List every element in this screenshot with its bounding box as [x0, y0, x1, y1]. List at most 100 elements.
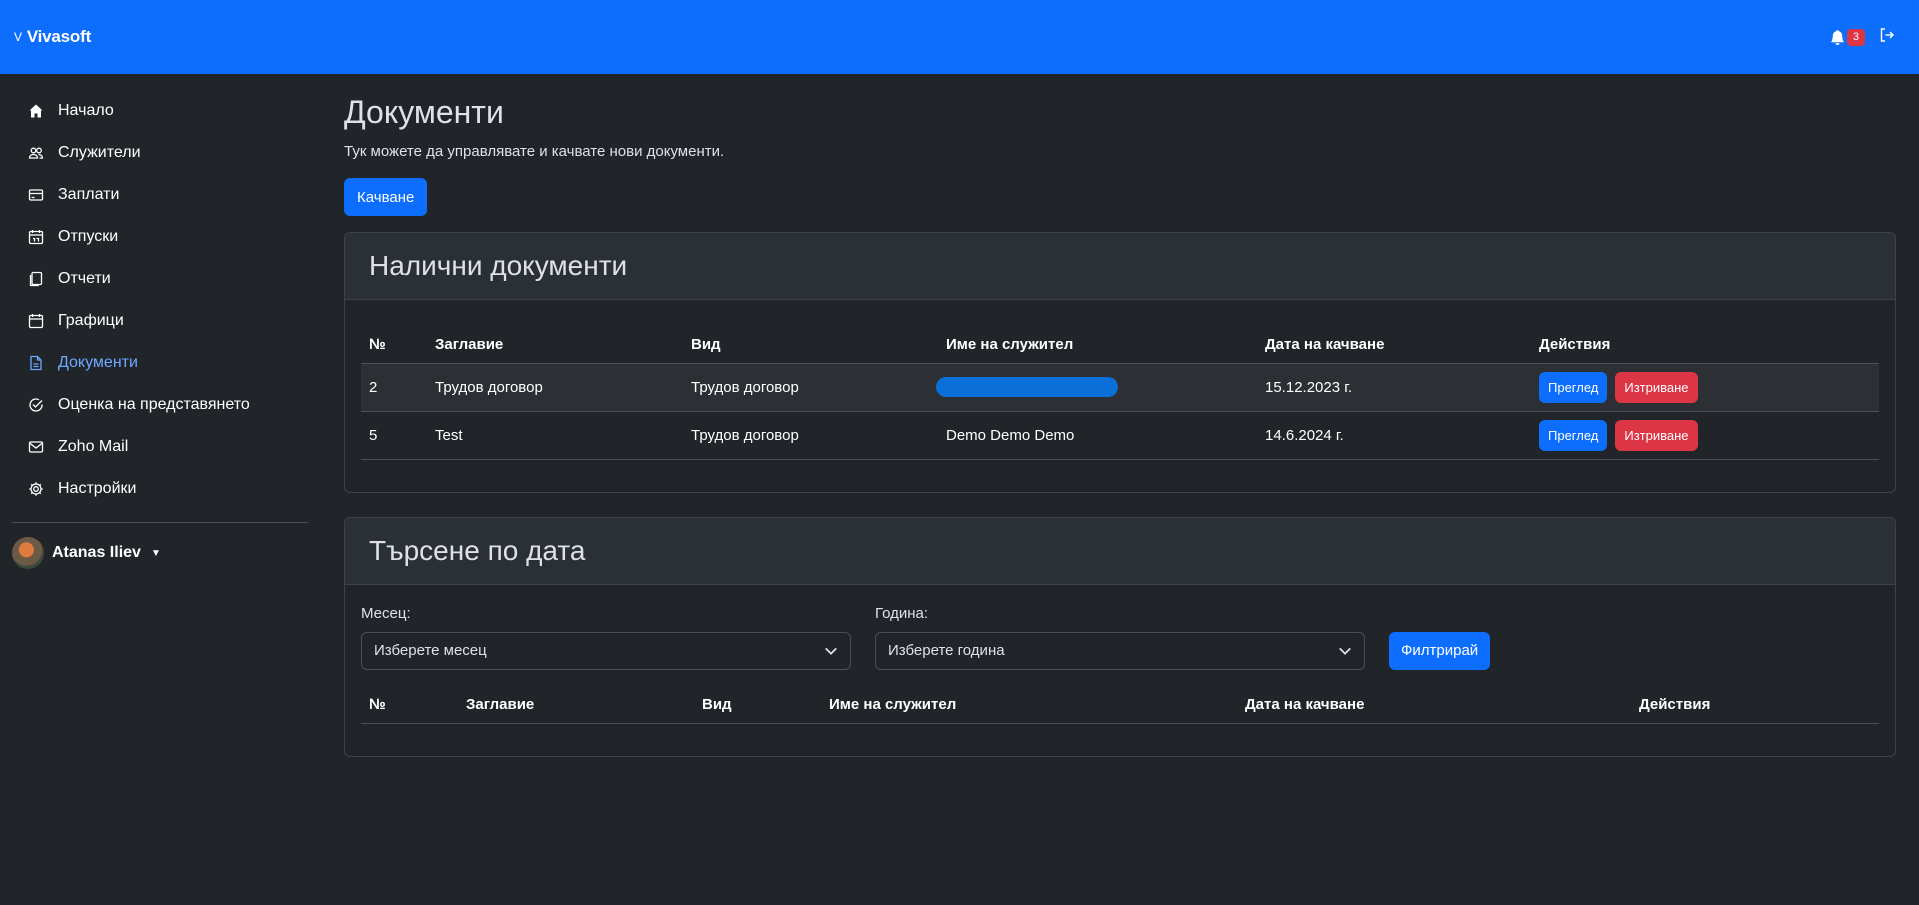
month-select-value: Изберете месец — [374, 642, 487, 659]
column-header: Заглавие — [458, 683, 694, 724]
notifications-button[interactable]: 3 — [1830, 28, 1865, 46]
sidebar-item-label: Графици — [58, 312, 124, 329]
navbar-actions: 3 — [1830, 0, 1895, 74]
year-label: Година: — [875, 604, 929, 622]
sidebar-item-settings[interactable]: Настройки — [10, 468, 310, 510]
year-select-value: Изберете година — [888, 642, 1005, 659]
table-row: 2 Трудов договор Трудов договор 15.12.20… — [361, 363, 1879, 412]
sidebar: Начало Служители Заплати Отпуски Отчети … — [0, 74, 320, 569]
page-subtitle: Тук можете да управлявате и качвате нови… — [344, 143, 725, 160]
brand-name: Vivasoft — [26, 27, 92, 46]
table-row: 5 Test Трудов договор Demo Demo Demo 14.… — [361, 411, 1879, 460]
search-by-date-card: Търсене по дата Месец: Изберете месец Го… — [344, 516, 1896, 757]
cell-title: Трудов договор — [427, 363, 683, 412]
sidebar-item-label: Настройки — [58, 480, 137, 497]
cell-actions: Преглед Изтриване — [1531, 411, 1879, 460]
chevron-down-icon — [1339, 647, 1351, 655]
document-icon — [30, 355, 42, 371]
chevron-down-icon — [825, 647, 837, 655]
sidebar-item-zoho-mail[interactable]: Zoho Mail — [10, 426, 310, 468]
brand-logo[interactable]: V Vivasoft — [14, 27, 91, 47]
table-header-row: № Заглавие Вид Име на служител Дата на к… — [361, 316, 1879, 364]
copy-document-icon — [29, 271, 43, 287]
month-label: Месец: — [361, 604, 411, 622]
cell-date: 15.12.2023 г. — [1257, 363, 1531, 412]
gear-icon — [29, 482, 43, 496]
page-title: Документи — [344, 94, 504, 130]
redacted-employee-name — [936, 377, 1118, 397]
cell-number: 2 — [361, 363, 427, 412]
sidebar-item-label: Отчети — [58, 270, 111, 287]
sidebar-item-label: Оценка на представянето — [58, 396, 250, 413]
sidebar-item-performance[interactable]: Оценка на представянето — [10, 384, 310, 426]
user-menu[interactable]: Atanas Iliev ▼ — [10, 537, 310, 569]
table-header-row: № Заглавие Вид Име на служител Дата на к… — [361, 683, 1879, 724]
cell-employee: Demo Demo Demo — [938, 411, 1257, 460]
column-header: № — [361, 683, 458, 724]
brand-prefix: V — [14, 30, 22, 44]
available-documents-card: Налични документи № Заглавие Вид Име на … — [344, 232, 1896, 493]
check-circle-icon — [29, 398, 43, 412]
column-header: Име на служител — [938, 316, 1257, 364]
documents-table: № Заглавие Вид Име на служител Дата на к… — [361, 316, 1879, 460]
column-header: Действия — [1531, 316, 1879, 364]
cell-title: Test — [427, 411, 683, 460]
top-navbar: V Vivasoft 3 — [0, 0, 1919, 74]
available-documents-title: Налични документи — [345, 233, 1895, 300]
search-by-date-title: Търсене по дата — [345, 517, 1895, 585]
view-button[interactable]: Преглед — [1539, 419, 1608, 451]
cell-type: Трудов договор — [683, 363, 938, 412]
sidebar-item-label: Служители — [58, 144, 141, 161]
sidebar-item-reports[interactable]: Отчети — [10, 258, 310, 300]
delete-button[interactable]: Изтриване — [1615, 419, 1698, 451]
filter-button[interactable]: Филтрирай — [1389, 631, 1491, 670]
month-select[interactable]: Изберете месец — [361, 631, 851, 670]
avatar — [12, 537, 44, 569]
column-header: Дата на качване — [1237, 683, 1631, 724]
sidebar-item-schedules[interactable]: Графици — [10, 300, 310, 342]
sidebar-item-label: Начало — [58, 102, 114, 119]
sidebar-item-salaries[interactable]: Заплати — [10, 174, 310, 216]
user-name: Atanas Iliev — [52, 544, 141, 561]
column-header: Вид — [683, 316, 938, 364]
sidebar-item-label: Отпуски — [58, 228, 119, 245]
sidebar-item-leave[interactable]: Отпуски — [10, 216, 310, 258]
calendar-blank-icon — [28, 314, 44, 329]
column-header: № — [361, 316, 427, 364]
column-header: Дата на качване — [1257, 316, 1531, 364]
credit-card-icon — [28, 189, 44, 201]
cell-date: 14.6.2024 г. — [1257, 411, 1531, 460]
logout-icon[interactable] — [1879, 27, 1895, 48]
envelope-icon — [28, 441, 44, 453]
column-header: Вид — [694, 683, 821, 724]
year-group: Година: Изберете година — [875, 605, 1365, 670]
filter-row: Месец: Изберете месец Година: Изберете г… — [361, 605, 1879, 670]
caret-down-icon: ▼ — [150, 547, 161, 559]
delete-button[interactable]: Изтриване — [1615, 371, 1698, 403]
main-content: Документи Тук можете да управлявате и ка… — [344, 74, 1896, 757]
upload-button[interactable]: Качване — [344, 178, 428, 216]
people-icon — [28, 147, 44, 159]
column-header: Действия — [1631, 683, 1879, 724]
filtered-documents-table: № Заглавие Вид Име на служител Дата на к… — [361, 683, 1879, 724]
cell-actions: Преглед Изтриване — [1531, 363, 1879, 412]
sidebar-item-employees[interactable]: Служители — [10, 132, 310, 174]
cell-number: 5 — [361, 411, 427, 460]
sidebar-item-documents[interactable]: Документи — [10, 342, 310, 384]
calendar-icon — [28, 230, 44, 245]
column-header: Заглавие — [427, 316, 683, 364]
cell-employee — [936, 363, 1257, 412]
sidebar-item-label: Zoho Mail — [58, 438, 129, 455]
cell-type: Трудов договор — [683, 411, 938, 460]
house-icon — [29, 104, 43, 118]
sidebar-item-label: Документи — [58, 354, 138, 371]
sidebar-item-label: Заплати — [58, 186, 120, 203]
sidebar-divider — [12, 522, 308, 523]
month-group: Месец: Изберете месец — [361, 605, 851, 670]
notification-badge: 3 — [1846, 28, 1865, 46]
sidebar-item-home[interactable]: Начало — [10, 90, 310, 132]
view-button[interactable]: Преглед — [1539, 371, 1608, 403]
bell-icon — [1830, 29, 1844, 45]
column-header: Име на служител — [821, 683, 1237, 724]
year-select[interactable]: Изберете година — [875, 631, 1365, 670]
